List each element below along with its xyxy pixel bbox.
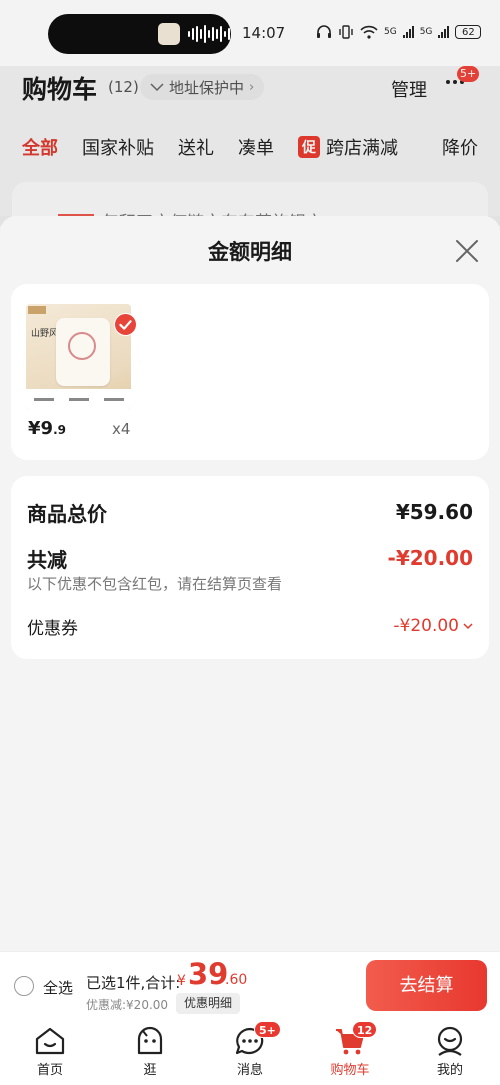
signal-icon [402,26,414,38]
dynamic-island[interactable] [48,14,231,54]
stroll-icon [137,1026,163,1055]
signal-2-icon [438,26,450,38]
profile-icon [437,1026,463,1056]
tab-cart-label: 购物车 [330,1063,370,1078]
select-all-radio[interactable] [14,976,34,996]
checkout-button[interactable]: 去结算 [366,960,487,1011]
product-feature-strip [26,389,131,409]
discount-detail-button[interactable]: 优惠明细 [176,993,241,1014]
home-icon [35,1027,65,1055]
coupon-label: 优惠券 [27,619,78,639]
tab-cart[interactable]: 12 购物车 [300,1019,400,1085]
vibrate-icon [339,25,353,39]
status-bar: 14:07 5G 5G 62 [0,0,500,66]
package-logo-icon [68,332,96,360]
selected-summary: 已选1件,合计: [86,974,181,992]
audio-wave-icon [188,24,230,44]
price-dec: .9 [53,423,66,437]
summary-card: 商品总价 ¥59.60 共减 -¥20.00 以下优惠不包含红包，请在结算页查看… [11,476,489,659]
tab-home[interactable]: 首页 [0,1019,100,1085]
close-icon[interactable] [452,236,482,266]
total-price-value: ¥59.60 [395,500,473,524]
messages-badge: 5+ [254,1021,281,1038]
price-int: ¥9 [28,418,54,439]
tab-stroll[interactable]: 逛 [100,1019,200,1085]
clock: 14:07 [242,24,286,42]
coupon-row[interactable]: -¥20.00 [393,616,473,636]
wifi-icon [360,25,378,39]
product-price: ¥9.9 [28,418,66,439]
network-label-2: 5G [419,27,433,37]
total-amount-dec: .60 [225,972,248,988]
app-thumbnail-icon [158,23,180,45]
total-price-label: 商品总价 [27,502,107,526]
tab-stroll-label: 逛 [143,1063,157,1078]
coupon-value: -¥20.00 [393,616,459,636]
system-icons: 5G 5G 62 [316,25,482,39]
reduction-label: 共减 [27,548,67,572]
product-quantity: x4 [112,420,131,438]
network-label: 5G [384,27,397,37]
sheet-title: 金额明细 [208,240,292,264]
bottom-tab-bar: 首页 逛 5+ 消息 12 购物车 我的 [0,1019,500,1085]
product-package [56,318,110,386]
tab-messages-label: 消息 [236,1063,263,1078]
tab-profile[interactable]: 我的 [400,1019,500,1085]
headphones-icon [317,25,331,38]
overlay-dim[interactable] [0,66,500,226]
tab-home-label: 首页 [36,1063,63,1078]
cart-badge: 12 [352,1021,378,1038]
select-all-label[interactable]: 全选 [43,977,73,998]
tab-messages[interactable]: 5+ 消息 [200,1019,300,1085]
checked-icon[interactable] [114,313,137,336]
checkout-bar: 全选 已选1件,合计: ¥ 39 .60 优惠减:¥20.00 优惠明细 去结算 [0,951,500,1019]
reduction-note: 以下优惠不包含红包，请在结算页查看 [27,575,283,593]
discount-summary: 优惠减:¥20.00 [86,998,169,1012]
total-yen: ¥ [177,973,186,989]
thumb-tag [28,306,46,314]
total-amount-int: 39 [188,957,229,991]
product-card: 山野风铃 ¥9.9 x4 [11,284,489,460]
battery-icon: 62 [455,25,482,39]
reduction-value: -¥20.00 [387,546,473,570]
tab-profile-label: 我的 [436,1063,463,1078]
chevron-down-icon [463,623,473,630]
